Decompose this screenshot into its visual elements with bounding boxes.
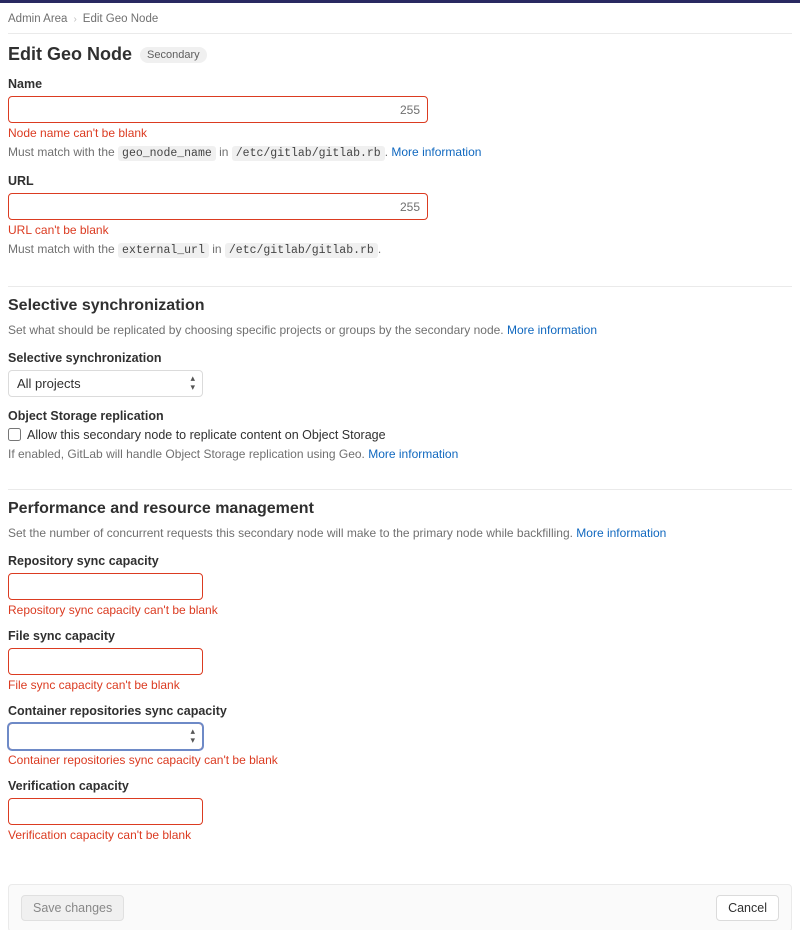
- object-storage-checkbox-label: Allow this secondary node to replicate c…: [27, 428, 386, 442]
- repo-sync-input[interactable]: [8, 573, 203, 600]
- container-sync-label: Container repositories sync capacity: [8, 704, 792, 718]
- name-label: Name: [8, 77, 792, 91]
- container-sync-error: Container repositories sync capacity can…: [8, 753, 792, 767]
- name-help: Must match with the geo_node_name in /et…: [8, 143, 792, 162]
- selective-sync-title: Selective synchronization: [8, 297, 792, 315]
- file-sync-error: File sync capacity can't be blank: [8, 678, 792, 692]
- code-geo-node-name: geo_node_name: [118, 146, 216, 161]
- perf-more-info-link[interactable]: More information: [576, 526, 666, 540]
- status-badge: Secondary: [140, 47, 207, 63]
- selective-sync-desc: Set what should be replicated by choosin…: [8, 321, 792, 339]
- page-title: Edit Geo Node Secondary: [8, 44, 792, 65]
- selective-sync-more-info-link[interactable]: More information: [507, 323, 597, 337]
- name-error: Node name can't be blank: [8, 126, 792, 140]
- object-storage-help: If enabled, GitLab will handle Object St…: [8, 445, 792, 463]
- verification-error: Verification capacity can't be blank: [8, 828, 792, 842]
- url-error: URL can't be blank: [8, 223, 792, 237]
- url-label: URL: [8, 174, 792, 188]
- code-gitlab-rb-path-2: /etc/gitlab/gitlab.rb: [225, 243, 378, 258]
- file-sync-input[interactable]: [8, 648, 203, 675]
- url-input[interactable]: [8, 193, 428, 220]
- selective-sync-select-input[interactable]: All projects: [8, 370, 203, 397]
- url-help: Must match with the external_url in /etc…: [8, 240, 792, 259]
- perf-desc: Set the number of concurrent requests th…: [8, 524, 792, 542]
- chevron-right-icon: ›: [73, 14, 76, 25]
- object-storage-label: Object Storage replication: [8, 409, 792, 423]
- name-more-info-link[interactable]: More information: [391, 145, 481, 159]
- container-sync-stepper[interactable]: ▴▾: [8, 723, 203, 750]
- repo-sync-label: Repository sync capacity: [8, 554, 792, 568]
- breadcrumb: Admin Area › Edit Geo Node: [8, 11, 792, 33]
- object-storage-checkbox[interactable]: [8, 428, 21, 441]
- breadcrumb-admin[interactable]: Admin Area: [8, 13, 67, 25]
- form-footer: Save changes Cancel: [8, 884, 792, 930]
- file-sync-label: File sync capacity: [8, 629, 792, 643]
- verification-input[interactable]: [8, 798, 203, 825]
- cancel-button[interactable]: Cancel: [716, 895, 779, 921]
- verification-label: Verification capacity: [8, 779, 792, 793]
- object-storage-more-info-link[interactable]: More information: [368, 447, 458, 461]
- name-input[interactable]: [8, 96, 428, 123]
- code-external-url: external_url: [118, 243, 209, 258]
- container-sync-select-input[interactable]: [8, 723, 203, 750]
- repo-sync-error: Repository sync capacity can't be blank: [8, 603, 792, 617]
- page-title-text: Edit Geo Node: [8, 44, 132, 65]
- save-button[interactable]: Save changes: [21, 895, 124, 921]
- selective-sync-select[interactable]: All projects ▴▾: [8, 370, 203, 397]
- breadcrumb-current: Edit Geo Node: [83, 13, 158, 25]
- code-gitlab-rb-path: /etc/gitlab/gitlab.rb: [232, 146, 385, 161]
- selective-sync-select-label: Selective synchronization: [8, 351, 792, 365]
- perf-title: Performance and resource management: [8, 500, 792, 518]
